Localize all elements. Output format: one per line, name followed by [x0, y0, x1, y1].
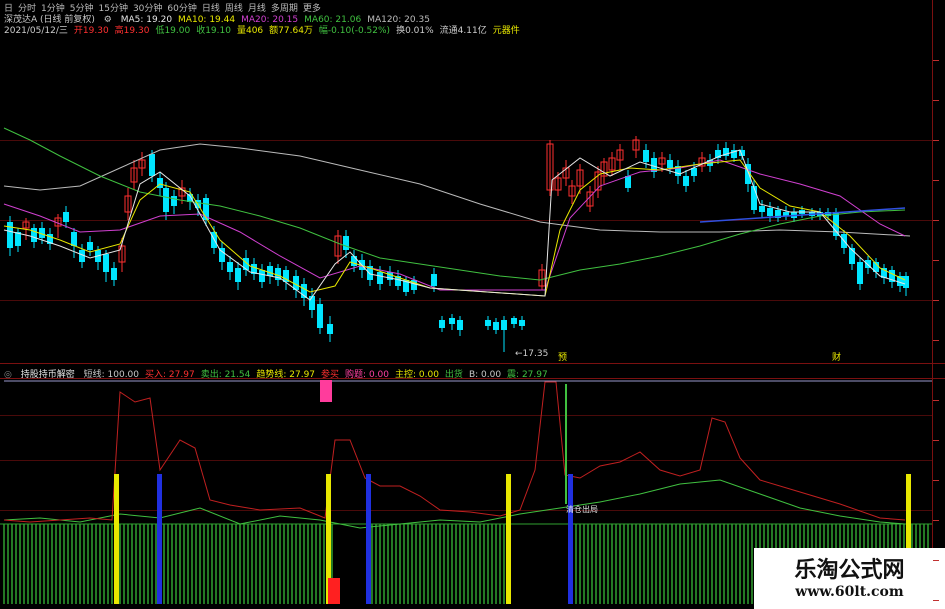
candle-body	[643, 150, 649, 162]
indicator-value-9: 震: 27.97	[507, 370, 548, 380]
red-block	[328, 578, 340, 604]
candle-body	[31, 228, 37, 242]
candle-body	[519, 320, 525, 326]
candle-body	[227, 262, 233, 272]
watermark-title: 乐淘公式网	[794, 558, 905, 583]
candle-body	[235, 268, 241, 282]
candle-body	[157, 178, 163, 188]
candle-body	[171, 196, 177, 206]
stock-chart-window: 日分时 1分钟 5分钟 15分钟 30分钟 60分钟 日线 周线 月线 多周期 更多 深茂达A (日…	[0, 0, 945, 609]
candle-body	[511, 318, 517, 324]
watermark-url: www.60lt.com	[795, 584, 904, 600]
indicator-value-3: 趋势线: 27.97	[256, 370, 316, 380]
indicator-header: ◎ 持股持币解密 短线: 100.00 买入: 27.97 卖出: 21.54 趋势线…	[4, 367, 554, 380]
candle-body	[163, 188, 169, 212]
candle-body	[903, 276, 909, 288]
candle-body	[431, 274, 437, 286]
ma5-line	[3, 149, 906, 301]
candle-body	[625, 176, 631, 188]
indicator-value-8: B: 0.00	[468, 370, 502, 380]
candle-body	[691, 168, 697, 176]
candle-body	[309, 296, 315, 310]
indicator-value-6: 主控: 0.00	[394, 370, 439, 380]
candle-body	[457, 320, 463, 330]
candle-body	[103, 254, 109, 272]
candle-body	[317, 304, 323, 328]
candle-body	[857, 262, 863, 284]
candle-body	[259, 270, 265, 282]
watermark: 乐淘公式网 www.60lt.com	[754, 548, 945, 609]
candle-body	[327, 324, 333, 334]
candle-body	[485, 320, 491, 326]
signal-label: 清仓出局	[566, 504, 598, 514]
indicator-value-4: 参买	[321, 370, 340, 380]
indicator-value-0: 短线: 100.00	[83, 370, 140, 380]
candle-body	[683, 176, 689, 186]
marker-a: 预	[558, 352, 567, 363]
candle-body	[351, 256, 357, 266]
collapse-icon[interactable]: ◎	[4, 370, 12, 380]
ma10-line	[3, 159, 906, 297]
candle-body	[377, 272, 383, 284]
signal-bar-blue	[568, 474, 573, 604]
signal-bar-yellow	[114, 474, 119, 604]
candle-body	[149, 154, 155, 176]
indicator-value-5: 购题: 0.00	[345, 370, 389, 380]
candle-body	[751, 186, 757, 210]
candle-body	[759, 206, 765, 212]
candle-body	[439, 320, 445, 328]
candle-body	[63, 212, 69, 222]
low-price-label: ←17.35	[515, 349, 548, 359]
indicator-value-2: 卖出: 21.54	[200, 370, 251, 380]
candle-body	[87, 242, 93, 250]
signal-bar-blue	[157, 474, 162, 604]
candle-body	[111, 268, 117, 280]
pink-block	[320, 380, 332, 402]
signal-bar-yellow	[506, 474, 511, 604]
ma20-line	[3, 159, 906, 291]
ma120-line	[3, 143, 911, 237]
buy-line	[3, 381, 906, 523]
candle-body	[343, 236, 349, 250]
marker-b: 财	[832, 351, 841, 363]
candle-body	[267, 266, 273, 276]
trend-green-line	[3, 479, 906, 529]
candle-body	[501, 320, 507, 330]
candle-body	[767, 208, 773, 216]
candle-body	[449, 318, 455, 324]
candle-body	[667, 160, 673, 168]
candle-body	[493, 322, 499, 330]
signal-bar-blue	[366, 474, 371, 604]
indicator-name[interactable]: 持股持币解密	[21, 370, 75, 380]
indicator-value-7: 出货	[444, 370, 463, 380]
candle-body	[7, 222, 13, 248]
indicator-value-1: 买入: 27.97	[145, 370, 195, 380]
candle-body	[71, 232, 77, 246]
chart-canvas[interactable]: ←17.35 预 财清仓出局	[0, 0, 945, 609]
